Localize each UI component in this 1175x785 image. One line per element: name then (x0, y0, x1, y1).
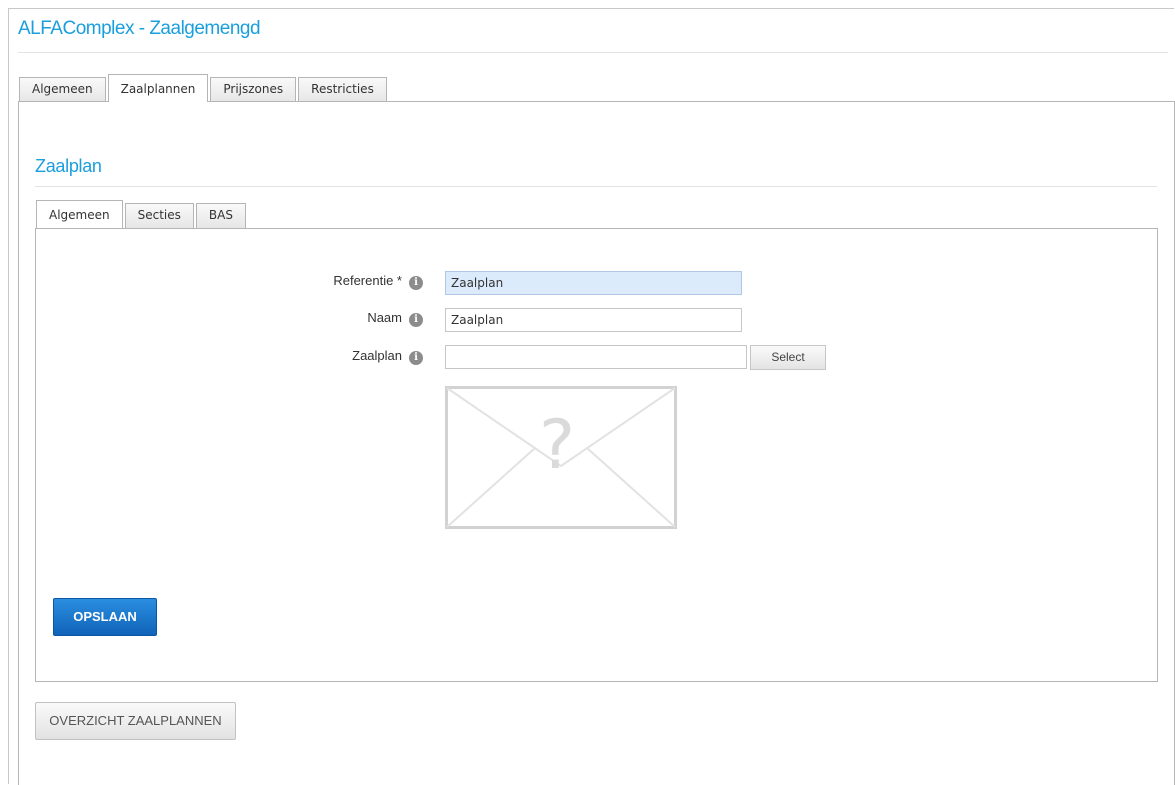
section-title: Zaalplan (35, 156, 102, 176)
referentie-input[interactable] (445, 271, 742, 295)
zaalplan-file-input[interactable] (445, 345, 747, 369)
info-icon[interactable]: i (409, 351, 423, 365)
info-icon[interactable]: i (409, 276, 423, 290)
naam-label: Naam (367, 310, 402, 325)
subtab-bas[interactable]: BAS (195, 203, 246, 228)
zaalplan-label: Zaalplan (352, 348, 402, 363)
tab-zaalplannen[interactable]: Zaalplannen (107, 74, 209, 102)
naam-input[interactable] (445, 308, 742, 332)
tab-restricties[interactable]: Restricties (298, 77, 387, 102)
svg-text:?: ? (539, 406, 575, 485)
missing-image-icon: ? (445, 386, 677, 529)
zaalplan-tab-bar: Algemeen Secties BAS (36, 200, 248, 228)
main-tab-bar: Algemeen Zaalplannen Prijszones Restrict… (19, 74, 389, 102)
overview-zaalplannen-button[interactable]: OVERZICHT ZAALPLANNEN (35, 702, 236, 740)
info-icon[interactable]: i (409, 313, 423, 327)
tab-prijszones[interactable]: Prijszones (210, 77, 297, 102)
subtab-algemeen[interactable]: Algemeen (36, 200, 123, 228)
save-button[interactable]: OPSLAAN (53, 598, 157, 636)
section-divider (35, 186, 1157, 187)
page-title: ALFAComplex - Zaalgemengd (18, 18, 261, 39)
select-button[interactable]: Select (750, 345, 826, 370)
tab-algemeen[interactable]: Algemeen (19, 77, 106, 102)
referentie-label: Referentie * (333, 273, 402, 288)
title-divider (18, 52, 1168, 53)
subtab-secties[interactable]: Secties (124, 203, 194, 228)
